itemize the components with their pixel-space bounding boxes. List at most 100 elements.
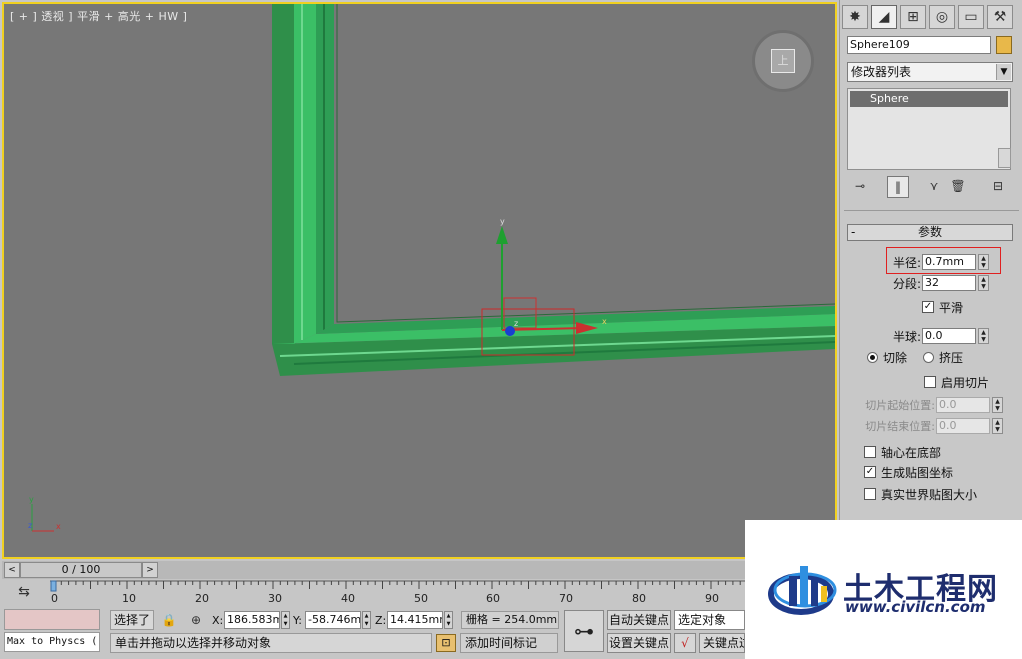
hierarchy-tab-icon[interactable]: ⊞: [900, 5, 926, 29]
gen-mapping-checkbox[interactable]: ✓: [864, 466, 876, 478]
viewcube[interactable]: 上: [752, 30, 814, 92]
modifier-list-dropdown[interactable]: 修改器列表 ▼: [847, 62, 1013, 82]
auto-key-button[interactable]: 自动关键点: [607, 610, 671, 630]
watermark: 土木工程网 www.civilcn.com: [745, 520, 1022, 659]
stack-item-sphere[interactable]: Sphere: [850, 91, 1008, 107]
slice-from-spinner[interactable]: ▲ ▼: [992, 397, 1003, 413]
y-coord-input[interactable]: -58.746mm: [305, 611, 361, 629]
tick-label: 70: [559, 592, 573, 605]
key-filters-button[interactable]: 关键点过: [699, 633, 745, 653]
time-prev-button[interactable]: <: [4, 562, 20, 578]
slice-from-input[interactable]: 0.0: [936, 397, 990, 413]
command-panel-tabs: ✸ ◢ ⊞ ◎ ▭ ⚒: [840, 2, 1022, 32]
x-coord-label: X:: [212, 614, 224, 627]
segments-label: 分段:: [892, 277, 921, 291]
key-mode-dropdown[interactable]: 选定对象: [674, 610, 745, 630]
x-coord-input[interactable]: 186.583mm: [224, 611, 280, 629]
pin-stack-icon[interactable]: ⊸: [849, 176, 871, 198]
civilcn-logo-icon: [768, 566, 837, 615]
modifier-list-label: 修改器列表: [851, 65, 912, 79]
tick-label: 80: [632, 592, 646, 605]
hemisphere-input[interactable]: 0.0: [922, 328, 976, 344]
frame-vertical-outer: [272, 4, 294, 344]
stack-scrollbar[interactable]: [998, 148, 1011, 168]
squash-radio[interactable]: [923, 352, 934, 363]
tripod-x-label: x: [56, 522, 61, 531]
radius-label: 半径:: [892, 256, 921, 270]
rollout-header[interactable]: - 参数: [847, 224, 1013, 241]
motion-tab-icon[interactable]: ◎: [929, 5, 955, 29]
radius-spinner[interactable]: ▲ ▼: [978, 254, 989, 270]
time-next-button[interactable]: >: [142, 562, 158, 578]
segments-spinner[interactable]: ▲ ▼: [978, 275, 989, 291]
x-coord-spinner[interactable]: ▲ ▼: [281, 611, 290, 629]
maxscript-mini-listener[interactable]: Max to Physcs (: [4, 632, 100, 652]
stack-tools: ⊸ ‖ ⋎ 🗑 ⊟: [847, 176, 1013, 198]
create-tab-icon[interactable]: ✸: [842, 5, 868, 29]
utilities-tab-icon[interactable]: ⚒: [987, 5, 1013, 29]
tripod-z-label: z: [28, 521, 32, 530]
slice-to-input[interactable]: 0.0: [936, 418, 990, 434]
gizmo-y-arrow[interactable]: [496, 226, 508, 244]
z-coord-spinner[interactable]: ▲ ▼: [444, 611, 453, 629]
gizmo-z-label: z: [514, 319, 518, 328]
gizmo-x-label: x: [602, 317, 607, 326]
show-end-result-icon[interactable]: ‖: [887, 176, 909, 198]
enable-slice-checkbox[interactable]: [924, 376, 936, 388]
collapse-icon[interactable]: -: [851, 225, 855, 240]
z-coord-input[interactable]: 14.415mm: [387, 611, 443, 629]
hemisphere-spinner[interactable]: ▲ ▼: [978, 328, 989, 344]
base-to-pivot-checkbox[interactable]: [864, 446, 876, 458]
real-world-checkbox[interactable]: [864, 488, 876, 500]
absolute-mode-icon[interactable]: ⊕: [186, 611, 206, 631]
gen-mapping-label: 生成贴图坐标: [881, 466, 954, 480]
modifier-stack[interactable]: Sphere: [847, 88, 1011, 170]
slice-to-spinner[interactable]: ▲ ▼: [992, 418, 1003, 434]
trackbar[interactable]: ⇆ 0 10 20 30 40 50 60 70 80 90: [2, 580, 747, 608]
tick-label: 20: [195, 592, 209, 605]
add-time-tag-button[interactable]: 添加时间标记: [460, 633, 558, 653]
smooth-label: 平滑: [939, 301, 964, 315]
set-key-button[interactable]: 设置关键点: [607, 633, 671, 653]
open-mini-curve-editor-icon[interactable]: ⇆: [14, 584, 34, 602]
gizmo-y-label: y: [500, 217, 505, 226]
chevron-down-icon[interactable]: ▼: [996, 64, 1011, 80]
chop-radio[interactable]: [867, 352, 878, 363]
tripod-y-label: y: [29, 495, 34, 504]
radius-input[interactable]: 0.7mm: [922, 254, 976, 270]
command-panel: ✸ ◢ ⊞ ◎ ▭ ⚒ Sphere109 修改器列表 ▼ Sphere ⊸ ‖…: [839, 0, 1022, 520]
watermark-url: www.civilcn.com: [845, 598, 986, 616]
rollout-title: 参数: [917, 225, 942, 239]
lock-selection-icon[interactable]: 🔒: [159, 611, 179, 631]
segments-input[interactable]: 32: [922, 275, 976, 291]
tick-label: 40: [341, 592, 355, 605]
tick-label: 10: [122, 592, 136, 605]
scene-canvas[interactable]: y x z y x z: [4, 4, 835, 557]
perspective-viewport[interactable]: y x z y x z [ + ] 透视 ] 平滑 + 高光 + HW ] 上: [2, 2, 837, 559]
time-slider-thumb[interactable]: 0 / 100: [20, 562, 142, 578]
slice-from-label: 切片起始位置:: [865, 399, 935, 412]
remove-modifier-icon[interactable]: 🗑: [947, 176, 969, 198]
viewport-label[interactable]: [ + ] 透视 ] 平滑 + 高光 + HW ]: [10, 8, 187, 24]
base-to-pivot-label: 轴心在底部: [881, 446, 942, 460]
modify-tab-icon[interactable]: ◢: [871, 5, 897, 29]
viewcube-face[interactable]: 上: [771, 49, 795, 73]
time-slider[interactable]: < 0 / 100 >: [2, 561, 837, 579]
display-tab-icon[interactable]: ▭: [958, 5, 984, 29]
maxscript-listener-output[interactable]: [4, 609, 100, 630]
tick-label: 60: [486, 592, 500, 605]
key-curve-icon[interactable]: √: [674, 633, 696, 653]
squash-label: 挤压: [939, 351, 964, 365]
set-key-icon[interactable]: ⊶: [564, 610, 604, 652]
time-marker[interactable]: [50, 580, 57, 592]
prompt-line: 单击并拖动以选择并移动对象: [110, 633, 432, 653]
configure-sets-icon[interactable]: ⊟: [987, 176, 1009, 198]
tick-label: 50: [414, 592, 428, 605]
enable-slice-label: 启用切片: [941, 376, 990, 390]
make-unique-icon[interactable]: ⋎: [923, 176, 945, 198]
object-name-field[interactable]: Sphere109: [847, 36, 991, 54]
object-color-swatch[interactable]: [996, 36, 1012, 54]
smooth-checkbox[interactable]: ✓: [922, 301, 934, 313]
y-coord-spinner[interactable]: ▲ ▼: [362, 611, 371, 629]
time-tag-icon[interactable]: ⊡: [436, 634, 456, 652]
